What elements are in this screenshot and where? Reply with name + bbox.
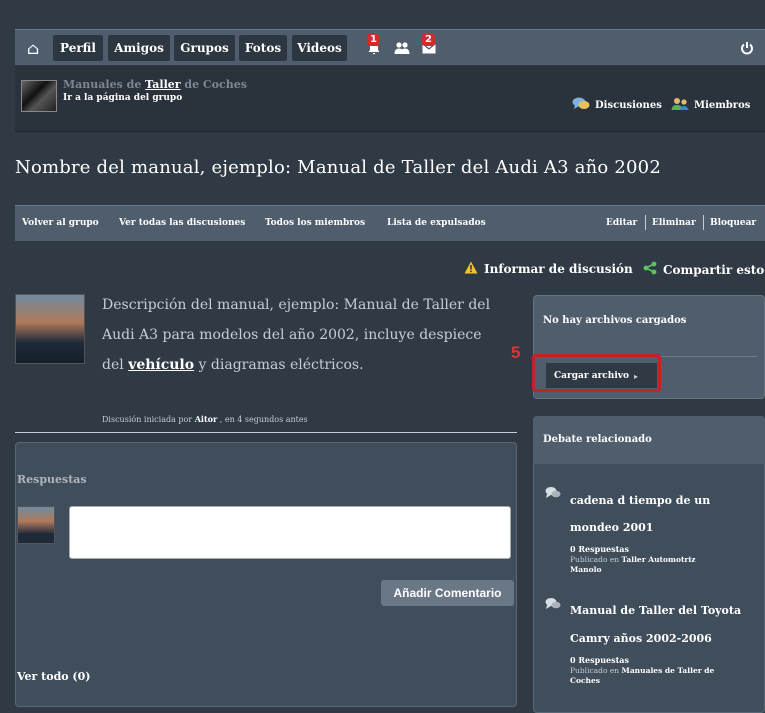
group-name-highlight: Taller	[145, 78, 181, 91]
related-discussions-title: Debate relacionado	[543, 434, 652, 445]
members-link[interactable]: Miembros	[671, 97, 750, 114]
related-discussion-replies: 0 Respuestas	[570, 544, 629, 554]
related-discussion-published: Manolo	[570, 565, 601, 574]
notifications-count-badge: 1	[367, 34, 380, 46]
related-group-link[interactable]: Coches	[570, 676, 600, 685]
discussions-icon	[572, 97, 590, 114]
started-time: , en 4 segundos antes	[217, 415, 308, 424]
no-files-label: No hay archivos cargados	[543, 315, 687, 326]
members-icon	[671, 97, 689, 114]
related-discussion-title[interactable]: Camry años 2002-2006	[570, 632, 712, 645]
discussion-bubble-icon	[545, 597, 561, 614]
subnav-divider	[645, 215, 646, 230]
messages-icon[interactable]: 2	[419, 34, 439, 58]
related-discussion-title[interactable]: cadena d tiempo de un	[570, 494, 710, 507]
share-icon	[643, 261, 657, 278]
post-description-line: Audi A3 para modelos del año 2002, inclu…	[102, 327, 482, 343]
author-name-link[interactable]: Aitor	[195, 414, 218, 424]
share-link[interactable]: Compartir esto	[643, 261, 764, 278]
related-discussion-published: Publicado en Taller Automotriz	[570, 555, 695, 564]
all-members-link[interactable]: Todos los miembros	[265, 218, 365, 228]
friends-icon[interactable]	[392, 38, 412, 58]
group-name-prefix: Manuales de	[63, 78, 146, 91]
warning-icon	[464, 261, 478, 277]
comment-textarea[interactable]	[69, 506, 511, 559]
report-label: Informar de discusión	[484, 262, 633, 276]
related-discussion-title[interactable]: mondeo 2001	[570, 521, 653, 534]
related-discussion-published: Coches	[570, 676, 600, 685]
group-page-link[interactable]: Ir a la página del grupo	[63, 93, 182, 103]
annotation-step-number: 5	[511, 343, 521, 362]
started-prefix: Discusión iniciada por	[102, 415, 195, 424]
discussion-started-info: Discusión iniciada por Aitor , en 4 segu…	[102, 414, 308, 424]
annotation-highlight-box	[532, 354, 661, 392]
add-comment-button[interactable]: Añadir Comentario	[381, 580, 514, 606]
nav-tab-perfil[interactable]: Perfil	[53, 35, 103, 61]
block-link[interactable]: Bloquear	[710, 218, 756, 228]
related-group-link[interactable]: Manolo	[570, 565, 601, 574]
related-group-link[interactable]: Taller Automotriz	[622, 555, 696, 564]
messages-count-badge: 2	[422, 34, 435, 46]
subnav-divider	[703, 215, 704, 230]
all-discussions-link[interactable]: Ver todas las discusiones	[119, 218, 245, 228]
post-text: del	[102, 357, 129, 373]
published-prefix: Publicado en	[570, 555, 622, 564]
post-description-line: Descripción del manual, ejemplo: Manual …	[102, 297, 491, 313]
members-label: Miembros	[694, 100, 751, 111]
nav-tab-grupos[interactable]: Grupos	[174, 35, 235, 61]
related-discussion-replies: 0 Respuestas	[570, 655, 629, 665]
view-all-replies-link[interactable]: Ver todo (0)	[17, 670, 91, 683]
top-nav-bar: ⌂ Perfil Amigos Grupos Fotos Videos 1 2	[15, 29, 765, 65]
published-prefix: Publicado en	[570, 666, 622, 675]
related-discussion-published: Publicado en Manuales de Taller de	[570, 666, 714, 675]
edit-link[interactable]: Editar	[606, 218, 637, 228]
replies-heading: Respuestas	[17, 473, 87, 486]
share-label: Compartir esto	[663, 262, 765, 277]
current-user-avatar	[17, 506, 55, 544]
back-to-group-link[interactable]: Volver al grupo	[22, 218, 99, 228]
group-thumbnail[interactable]	[21, 80, 57, 112]
banned-list-link[interactable]: Lista de expulsados	[387, 218, 486, 228]
nav-tab-amigos[interactable]: Amigos	[108, 35, 170, 61]
discussions-label: Discusiones	[595, 100, 662, 111]
vehicle-link[interactable]: vehículo	[128, 357, 194, 373]
post-text: y diagramas eléctricos.	[194, 357, 364, 373]
related-discussion-title[interactable]: Manual de Taller del Toyota	[570, 604, 741, 617]
nav-tab-videos[interactable]: Videos	[292, 35, 347, 61]
discussions-link[interactable]: Discusiones	[572, 97, 662, 114]
delete-link[interactable]: Eliminar	[652, 218, 696, 228]
power-icon[interactable]	[737, 38, 757, 58]
discussion-bubble-icon	[545, 486, 561, 503]
author-avatar[interactable]	[15, 294, 85, 364]
home-icon[interactable]: ⌂	[23, 38, 43, 58]
replies-panel	[15, 442, 517, 707]
post-description-line: del vehículo y diagramas eléctricos.	[102, 357, 364, 373]
group-name[interactable]: Manuales de Taller de Coches	[63, 78, 247, 91]
report-discussion-link[interactable]: Informar de discusión	[464, 261, 633, 277]
related-group-link[interactable]: Manuales de Taller de	[622, 666, 715, 675]
page-title: Nombre del manual, ejemplo: Manual de Ta…	[15, 157, 661, 178]
notifications-bell-icon[interactable]: 1	[364, 34, 384, 58]
nav-tab-fotos[interactable]: Fotos	[239, 35, 287, 61]
divider	[15, 432, 517, 433]
group-name-suffix: de Coches	[180, 78, 247, 91]
